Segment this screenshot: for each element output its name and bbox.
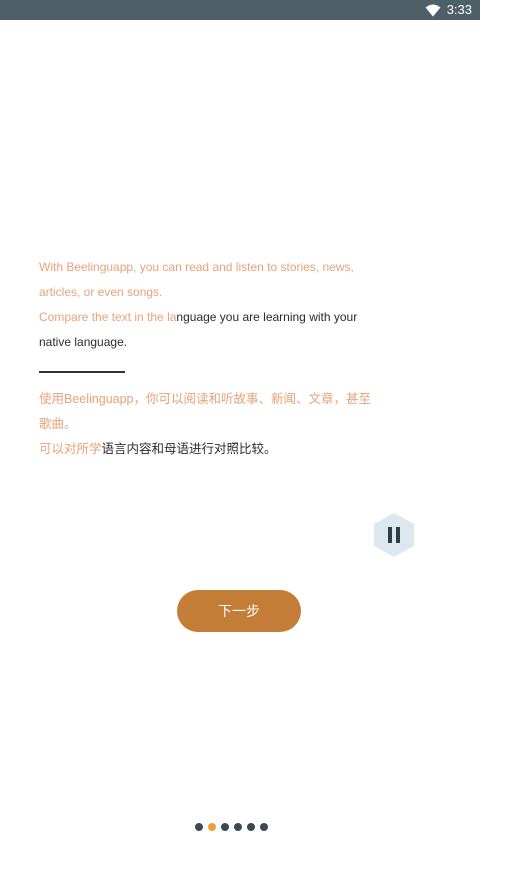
page-dot-1 bbox=[195, 823, 203, 831]
intro-zh-highlight: 可以对所学 bbox=[39, 442, 102, 456]
intro-zh-line-2: 歌曲。 bbox=[39, 417, 77, 431]
intro-en-line-3: Compare the text in the language you are… bbox=[39, 305, 399, 330]
intro-zh-line-1: 使用Beelinguapp，你可以阅读和听故事、新闻、文章，甚至 bbox=[39, 392, 372, 406]
pause-button[interactable] bbox=[371, 512, 417, 558]
next-step-button[interactable]: 下一步 bbox=[177, 590, 301, 632]
status-right: 3:33 bbox=[425, 2, 472, 18]
status-time: 3:33 bbox=[446, 2, 472, 17]
page-dot-6 bbox=[260, 823, 268, 831]
intro-en-rest: nguage you are learning with your bbox=[176, 310, 358, 324]
wifi-icon bbox=[425, 4, 441, 17]
intro-en-line-2: articles, or even songs. bbox=[39, 285, 163, 299]
page-dot-4 bbox=[234, 823, 242, 831]
intro-en-line-4: native language. bbox=[39, 335, 128, 349]
pause-icon bbox=[374, 513, 414, 557]
page-dot-5 bbox=[247, 823, 255, 831]
intro-en-line-1: With Beelinguapp, you can read and liste… bbox=[39, 260, 354, 274]
intro-en-highlight: Compare the text in the la bbox=[39, 310, 177, 324]
page-dot-2-active bbox=[208, 823, 216, 831]
intro-zh-rest: 语言内容和母语进行对照比较。 bbox=[101, 442, 277, 456]
intro-zh-line-3: 可以对所学语言内容和母语进行对照比较。 bbox=[39, 437, 399, 462]
pagination-dots bbox=[195, 823, 268, 831]
status-bar: 3:33 bbox=[0, 0, 480, 20]
page-dot-3 bbox=[221, 823, 229, 831]
intro-text: With Beelinguapp, you can read and liste… bbox=[39, 255, 399, 462]
onboarding-screen: 3:33 With Beelinguapp, you can read and … bbox=[0, 0, 517, 893]
language-divider bbox=[39, 371, 125, 373]
